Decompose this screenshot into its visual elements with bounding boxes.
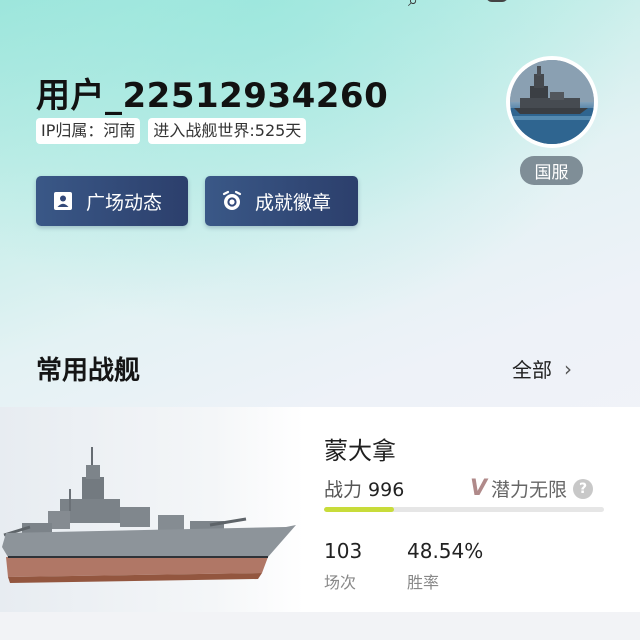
badges-button[interactable]: 成就徽章 [205, 176, 358, 226]
chevron-right-icon: › [564, 356, 572, 381]
power-progress-bar [324, 507, 604, 512]
days-in-world-tag: 进入战舰世界:525天 [148, 118, 307, 144]
winrate-value: 48.54% [407, 539, 484, 563]
ship-name: 蒙大拿 [324, 437, 396, 465]
power-progress-fill [324, 507, 394, 512]
bottom-strip [0, 612, 640, 640]
avatar-battleship-image [510, 60, 594, 144]
ship-power: 战力 996 [324, 475, 404, 502]
view-all-label: 全部 [512, 358, 552, 382]
profile-tags: IP归属：河南 进入战舰世界:525天 [36, 118, 307, 144]
ship-power-label: 战力 [324, 479, 363, 501]
alarm-clock-icon [222, 190, 242, 210]
potential-label: 潜力无限 [491, 479, 568, 501]
badges-button-label: 成就徽章 [255, 191, 332, 214]
potential-v-icon: V [470, 476, 488, 501]
battleship-image [2, 447, 296, 583]
ship-power-value: 996 [368, 479, 405, 501]
battles-value: 103 [324, 539, 363, 563]
plaza-button-label: 广场动态 [86, 191, 163, 214]
winrate-label: 胜率 [407, 573, 440, 592]
view-all-link[interactable]: 全部 › [512, 354, 572, 383]
common-ships-title: 常用战舰 [36, 356, 141, 386]
username: 用户_22512934260 [36, 76, 389, 116]
avatar[interactable] [506, 56, 598, 148]
profile-actions: 广场动态 成就徽章 [36, 176, 358, 226]
question-circle-icon[interactable]: ? [573, 478, 594, 499]
battles-label: 场次 [324, 573, 357, 592]
person-card-icon [54, 192, 72, 210]
server-badge: 国服 [520, 156, 583, 185]
ship-image-panel [0, 407, 304, 612]
ship-potential: V 潜力无限 ? [470, 475, 594, 502]
ip-location-tag: IP归属：河南 [36, 118, 141, 144]
ship-card[interactable]: 蒙大拿 战力 996 V 潜力无限 ? 103 场次 48.54% 胜率 [0, 407, 640, 612]
plaza-button[interactable]: 广场动态 [36, 176, 188, 226]
search-icon[interactable]: ⌕ [408, 0, 418, 11]
